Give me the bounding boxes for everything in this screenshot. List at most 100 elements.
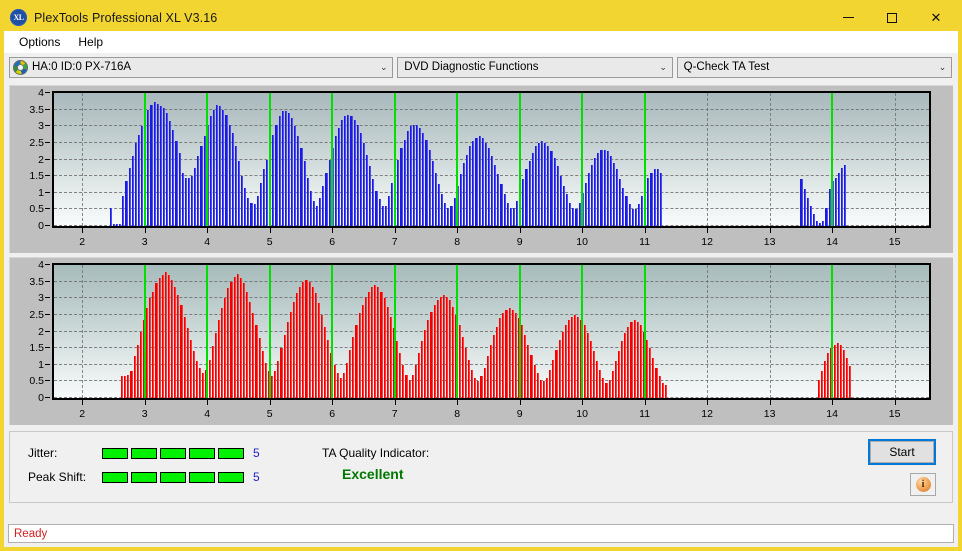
ta-quality-value: Excellent: [342, 466, 404, 482]
y-axis-tick-label: 4: [38, 259, 44, 271]
y-axis-tick-label: 2.5: [29, 308, 44, 321]
x-axis-tick: [144, 228, 146, 233]
x-axis-tick-label: 9: [516, 408, 523, 420]
x-axis-tick-label: 9: [516, 236, 523, 248]
meter-block: [189, 447, 215, 459]
y-axis-tick-label: 1.5: [29, 170, 44, 183]
x-axis-tick: [269, 228, 271, 233]
chart-marker-line: [393, 93, 396, 226]
x-axis-tick-label: 15: [888, 408, 901, 420]
menu-item-options[interactable]: Options: [10, 33, 69, 52]
x-axis-tick: [707, 228, 709, 233]
y-axis-tick: [45, 264, 50, 265]
y-axis-tick-label: 2: [38, 153, 44, 166]
status-text: Ready: [14, 527, 48, 540]
menu-item-help[interactable]: Help: [69, 33, 112, 52]
peak-shift-chart-x-axis: 2 3 4 5 6 7 8 9 10 11 12 13 14 15: [52, 400, 931, 424]
charts-container: 0 0.5 1 1.5 2 2.5 3 3.5 4 2 3 4 5 6 7 8 9 10 11 12 13 14 15 0…: [4, 81, 958, 429]
x-axis-tick-label: 13: [763, 236, 776, 248]
chart-marker-line: [643, 265, 646, 398]
meter-block: [102, 471, 128, 483]
y-axis-tick: [45, 330, 50, 332]
meter-block: [160, 471, 186, 483]
y-axis-tick-label: 3.5: [29, 103, 44, 116]
y-axis-tick: [45, 92, 50, 93]
function-select-value: DVD Diagnostic Functions: [404, 61, 539, 73]
chevron-down-icon: ⌄: [938, 61, 947, 72]
drive-select-value: HA:0 ID:0 PX-716A: [32, 61, 132, 73]
jitter-label: Jitter:: [28, 446, 58, 460]
y-axis-tick: [45, 297, 50, 299]
x-axis-tick-label: 14: [826, 408, 838, 420]
maximize-button[interactable]: [870, 4, 914, 31]
chart-marker-line: [518, 265, 521, 398]
peak-shift-chart-plot: [52, 263, 931, 400]
y-axis-tick-label: 1.5: [29, 342, 44, 355]
jitter-value: 5: [253, 446, 260, 460]
jitter-meter: [102, 447, 244, 459]
y-axis-tick: [45, 280, 50, 282]
x-axis-tick: [707, 400, 709, 405]
x-axis-tick: [332, 228, 334, 233]
x-axis-tick: [894, 400, 896, 405]
jitter-chart-markers: [54, 93, 929, 226]
x-axis-tick-label: 6: [329, 408, 336, 420]
peak-shift-meter: [102, 471, 244, 483]
y-axis-tick-label: 2: [38, 325, 44, 338]
meter-block: [218, 471, 244, 483]
chevron-down-icon: ⌄: [659, 61, 667, 72]
start-button[interactable]: Start: [870, 441, 934, 463]
y-axis-tick: [45, 347, 50, 349]
window-controls: ✕: [826, 4, 958, 31]
jitter-chart-y-axis: 0 0.5 1 1.5 2 2.5 3 3.5 4: [10, 87, 52, 232]
chart-marker-line: [456, 93, 459, 226]
x-axis-tick: [644, 228, 646, 233]
x-axis-tick: [207, 228, 209, 233]
results-panel: Jitter: 5 Peak Shift: 5 TA Quality Indic…: [9, 431, 953, 503]
x-axis-tick: [894, 228, 896, 233]
x-axis-tick-label: 6: [329, 236, 336, 248]
peak-shift-chart-y-axis: 0 0.5 1 1.5 2 2.5 3 3.5 4: [10, 259, 52, 404]
x-axis-tick-label: 13: [763, 408, 776, 420]
x-axis-tick-label: 11: [639, 236, 651, 248]
y-axis-tick: [45, 191, 50, 193]
minimize-button[interactable]: [826, 4, 870, 31]
y-axis-tick: [45, 397, 50, 398]
x-axis-tick-label: 10: [576, 408, 588, 420]
meter-block: [189, 471, 215, 483]
disc-icon: [13, 59, 28, 75]
peak-shift-value: 5: [253, 470, 260, 484]
x-axis-tick-label: 10: [576, 236, 588, 248]
drive-select[interactable]: HA:0 ID:0 PX-716A ⌄: [9, 56, 394, 78]
chart-marker-line: [206, 265, 209, 398]
close-button[interactable]: ✕: [914, 4, 958, 31]
jitter-chart-plot: [52, 91, 931, 228]
y-axis-tick-label: 2.5: [29, 136, 44, 149]
x-axis-tick: [644, 400, 646, 405]
function-select[interactable]: DVD Diagnostic Functions ⌄: [397, 56, 673, 78]
x-axis-tick-label: 11: [639, 408, 651, 420]
x-axis-tick-label: 3: [141, 408, 148, 420]
y-axis-tick: [45, 313, 50, 315]
x-axis-tick-label: 8: [454, 408, 461, 420]
y-axis-tick: [45, 363, 50, 365]
x-axis-tick: [269, 400, 271, 405]
peak-shift-chart-plot-area: [52, 263, 931, 400]
x-axis-tick: [769, 400, 771, 405]
meter-block: [218, 447, 244, 459]
jitter-chart-panel: 0 0.5 1 1.5 2 2.5 3 3.5 4 2 3 4 5 6 7 8 9 10 11 12 13 14 15: [9, 85, 953, 253]
x-axis-tick-label: 2: [79, 408, 86, 420]
peak-shift-metric-row: Peak Shift: 5: [28, 470, 260, 484]
x-axis-tick: [394, 228, 396, 233]
info-button[interactable]: i: [910, 473, 936, 496]
y-axis-tick: [45, 158, 50, 160]
y-axis-tick: [45, 225, 50, 226]
chart-marker-line: [581, 265, 584, 398]
ta-quality-label: TA Quality Indicator:: [322, 446, 430, 460]
x-axis-tick: [82, 228, 84, 233]
x-axis-tick: [832, 400, 834, 405]
chart-marker-line: [331, 265, 334, 398]
selector-toolbar: HA:0 ID:0 PX-716A ⌄ DVD Diagnostic Funct…: [4, 53, 958, 81]
test-select[interactable]: Q-Check TA Test ⌄: [676, 56, 953, 78]
x-axis-tick-label: 12: [701, 236, 713, 248]
